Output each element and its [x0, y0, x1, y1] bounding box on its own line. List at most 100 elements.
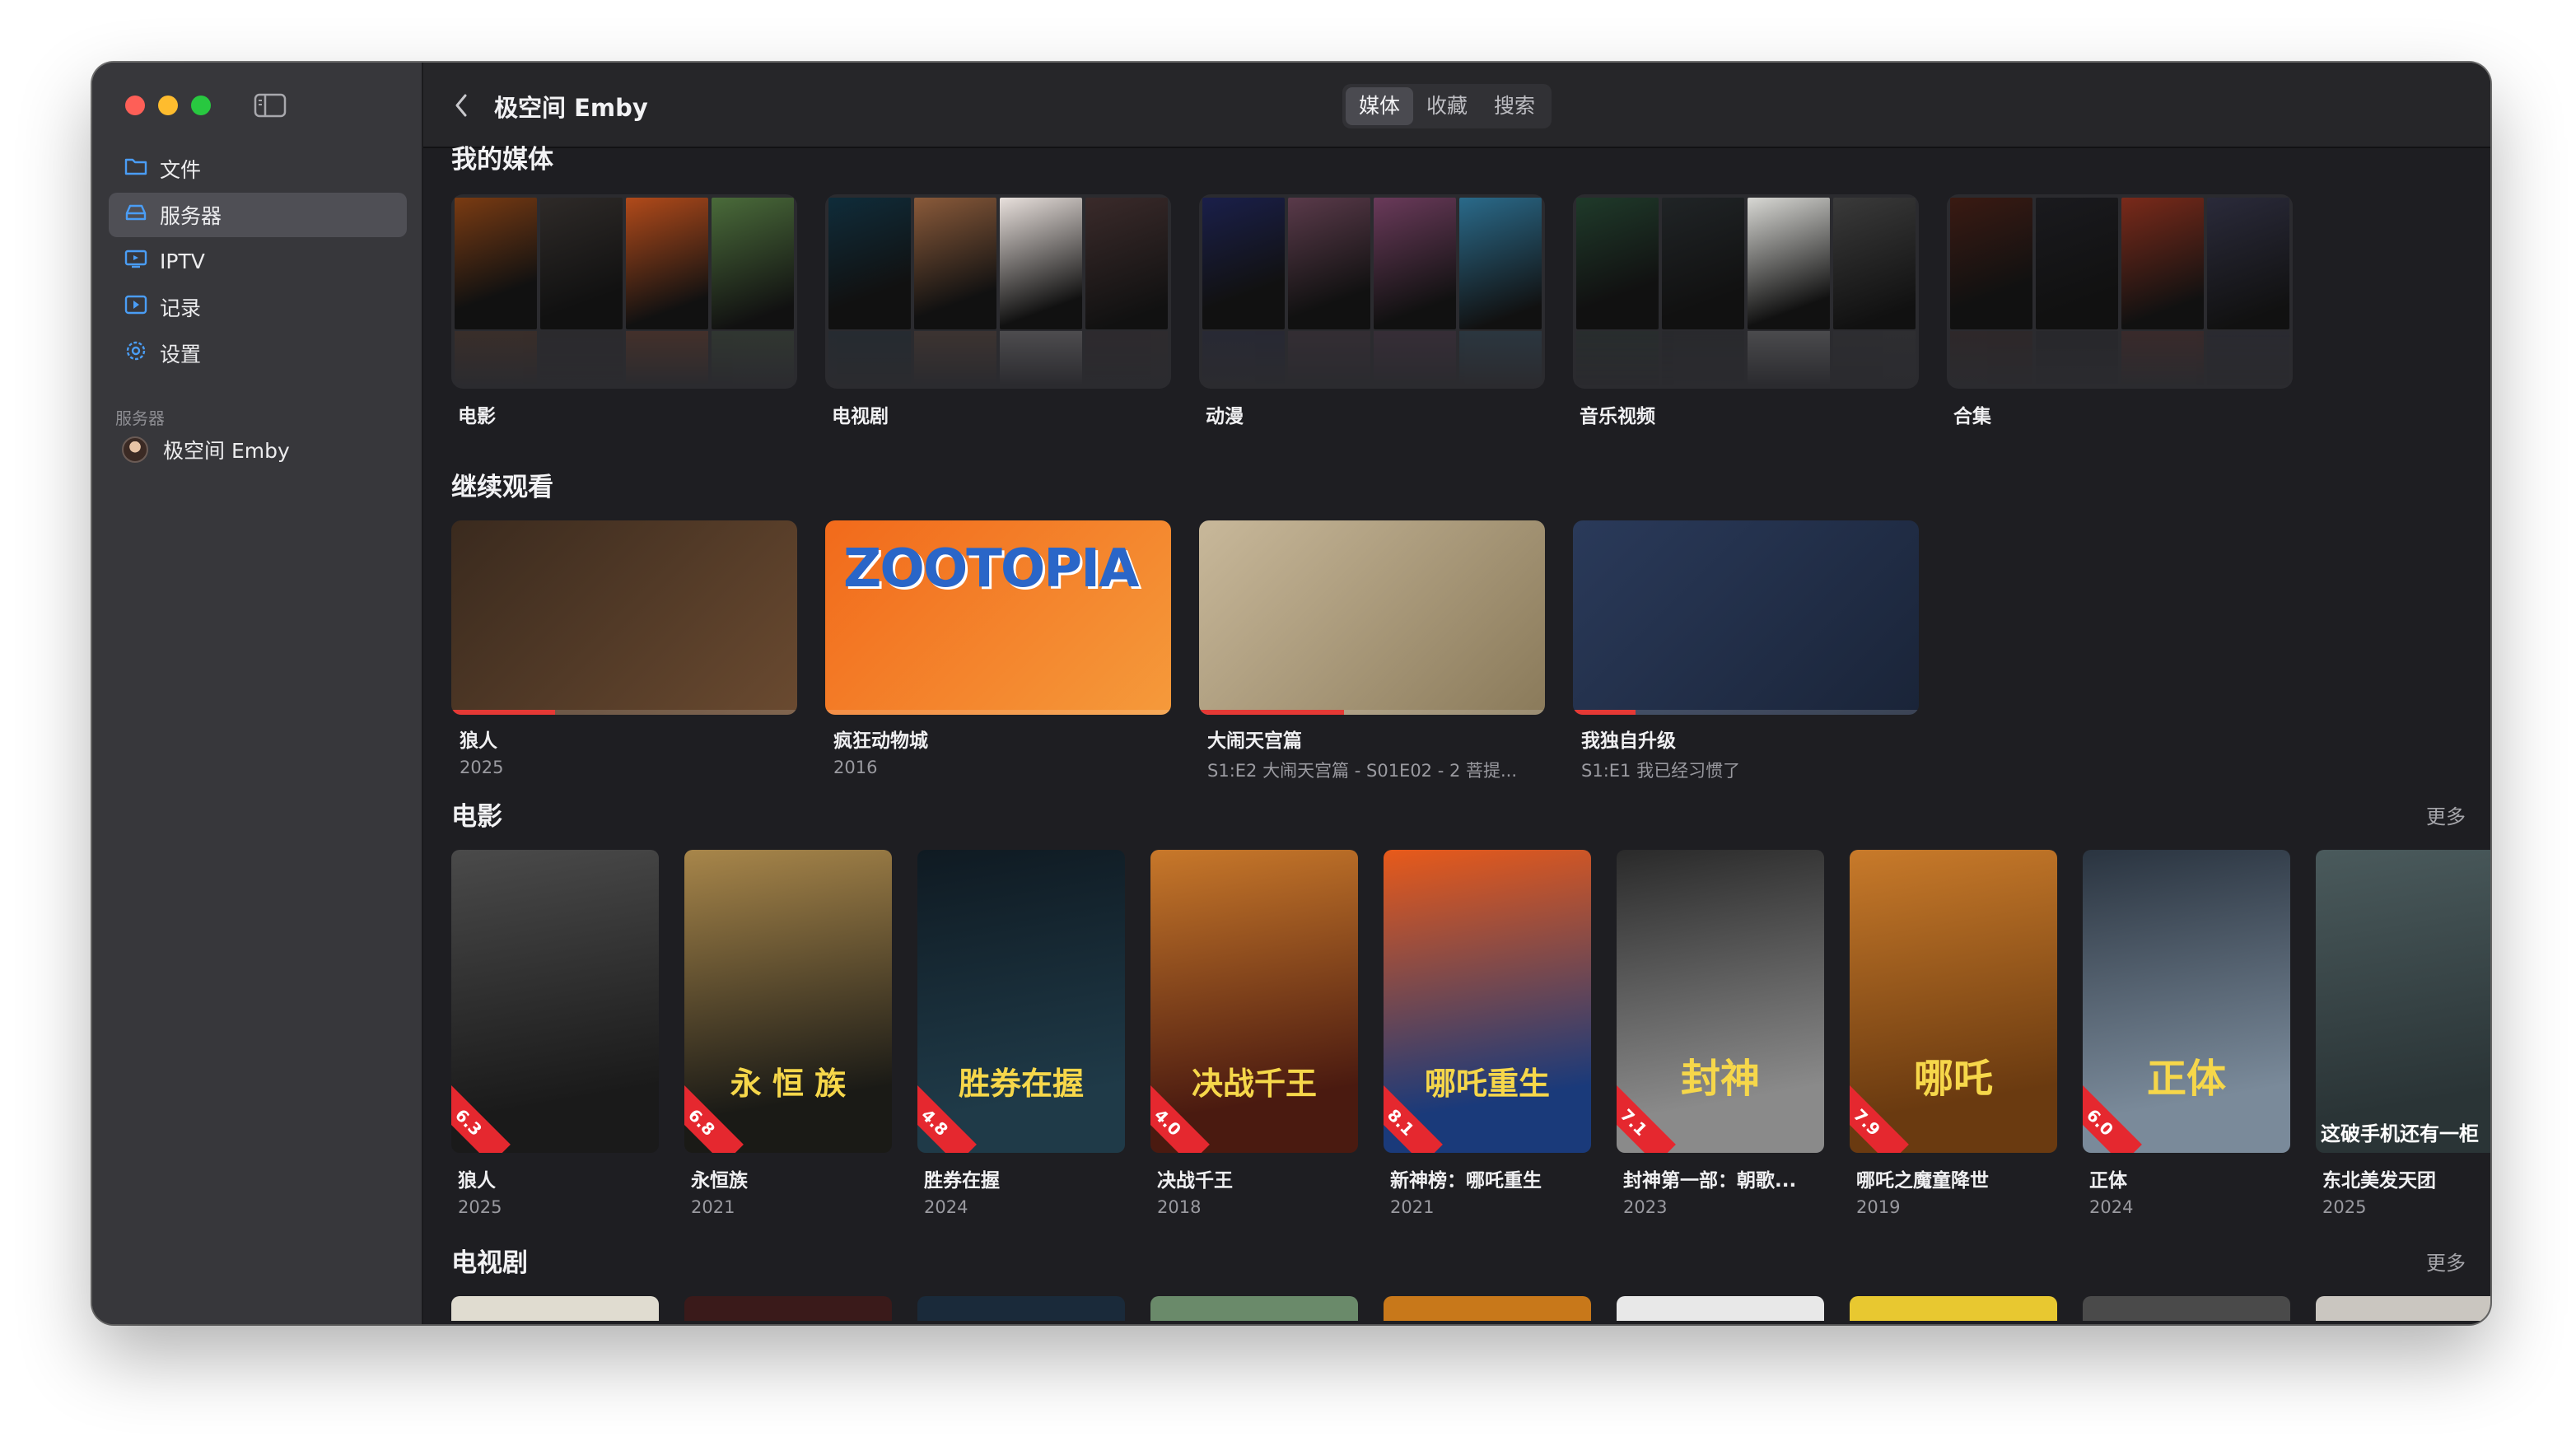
- rating-badge: 7.9: [1850, 1080, 1909, 1153]
- minimize-window-button[interactable]: [158, 96, 178, 115]
- movie-card[interactable]: 永 恒 族 6.8 永恒族 2021: [684, 850, 892, 1217]
- library-tile[interactable]: 动漫: [1199, 194, 1545, 428]
- server-name: 极空间 Emby: [163, 439, 290, 463]
- tv-poster-peek[interactable]: [684, 1296, 892, 1321]
- progress-bar: [825, 710, 1171, 715]
- poster-thumbnail: [540, 198, 623, 329]
- movie-title: 封神第一部：朝歌...: [1623, 1170, 1797, 1192]
- continue-watching-item[interactable]: ZOOTOPIA 疯狂动物城 2016: [825, 520, 1171, 782]
- collage-reflection: [828, 331, 1168, 385]
- progress-bar: [451, 710, 797, 715]
- sidebar-item-files[interactable]: 文件: [109, 147, 407, 191]
- movie-year: 2025: [2322, 1197, 2367, 1217]
- sidebar-item-label: IPTV: [160, 249, 205, 273]
- collage-reflection: [455, 331, 794, 385]
- library-row: 电影 电视剧 动漫 音乐视频 合集: [451, 194, 2321, 428]
- progress-bar: [1573, 710, 1919, 715]
- item-title: 我独自升级: [1581, 730, 1676, 752]
- zoom-window-button[interactable]: [191, 96, 211, 115]
- sidebar-server-entry[interactable]: 极空间 Emby: [122, 435, 290, 464]
- poster-title-art: 胜券在握: [958, 1066, 1085, 1102]
- movie-year: 2024: [924, 1197, 968, 1217]
- item-subtitle: 2016: [833, 758, 878, 777]
- episode-thumbnail: ZOOTOPIA: [825, 520, 1171, 715]
- progress-fill: [1199, 710, 1345, 715]
- library-tile[interactable]: 电影: [451, 194, 797, 428]
- tab-search[interactable]: 搜索: [1481, 87, 1548, 125]
- movie-card[interactable]: 6.3 狼人 2025: [451, 850, 659, 1217]
- continue-watching-item[interactable]: 狼人 2025: [451, 520, 797, 782]
- movie-card[interactable]: 胜券在握 4.8 胜券在握 2024: [917, 850, 1125, 1217]
- section-title-continue-watching: 继续观看: [451, 473, 553, 502]
- poster-title-art: 永 恒 族: [730, 1066, 847, 1102]
- movie-card[interactable]: 正体 6.0 正体 2024: [2083, 850, 2290, 1217]
- tv-poster-peek[interactable]: [1850, 1296, 2057, 1321]
- poster-thumbnail: [1459, 198, 1542, 329]
- sidebar-item-label: 服务器: [160, 204, 222, 228]
- movie-card[interactable]: 决战千王 4.0 决战千王 2018: [1150, 850, 1358, 1217]
- movies-more-link[interactable]: 更多: [2426, 800, 2466, 829]
- movie-poster: 哪吒重生 8.1: [1384, 850, 1591, 1153]
- library-collage: [1199, 194, 1545, 389]
- poster-thumbnail: [626, 198, 708, 329]
- continue-watching-item[interactable]: 大闹天宫篇 S1:E2 大闹天宫篇 - S01E02 - 2 菩提...: [1199, 520, 1545, 782]
- movie-title: 正体: [2089, 1170, 2127, 1192]
- tab-favorites[interactable]: 收藏: [1413, 87, 1481, 125]
- library-collage: [451, 194, 797, 389]
- library-tile[interactable]: 电视剧: [825, 194, 1171, 428]
- tv-poster-peek[interactable]: [2316, 1296, 2490, 1321]
- progress-bar: [1199, 710, 1545, 715]
- movie-card[interactable]: 哪吒重生 8.1 新神榜：哪吒重生 2021: [1384, 850, 1591, 1217]
- poster-title-art: 哪吒: [1913, 1056, 1994, 1102]
- poster-logo-text: ZOOTOPIA: [843, 539, 1140, 599]
- rating-badge: 7.1: [1617, 1080, 1676, 1153]
- movie-year: 2021: [1390, 1197, 1435, 1217]
- item-title: 大闹天宫篇: [1207, 730, 1302, 752]
- movie-title: 东北美发天团: [2322, 1170, 2436, 1192]
- library-label: 合集: [1953, 406, 1991, 427]
- poster-title-art: 这破手机还有一柜: [2321, 1122, 2479, 1145]
- tv-poster-peek[interactable]: [451, 1296, 659, 1321]
- poster-thumbnail: [1833, 198, 1916, 329]
- back-button[interactable]: [451, 91, 471, 124]
- continue-watching-row: 狼人 2025 ZOOTOPIA 疯狂动物城 2016 大闹天宫篇 S1:E2 大闹天宫篇 …: [451, 520, 1947, 782]
- poster-thumbnail: [2121, 198, 2204, 329]
- movie-poster: 胜券在握 4.8: [917, 850, 1125, 1153]
- sidebar-item-settings[interactable]: 设置: [109, 331, 407, 375]
- sidebar-item-iptv[interactable]: IPTV: [109, 239, 407, 283]
- tv-more-link[interactable]: 更多: [2426, 1247, 2466, 1276]
- poster-thumbnail: [1288, 198, 1370, 329]
- sidebar-section-label: 服务器: [115, 408, 165, 428]
- tv-poster-peek[interactable]: [1384, 1296, 1591, 1321]
- library-tile[interactable]: 音乐视频: [1573, 194, 1919, 428]
- episode-thumbnail: [451, 520, 797, 715]
- sidebar: 文件 服务器 IPTV 记录 设置 服务器 极空间 Emby: [92, 63, 423, 1324]
- movie-card[interactable]: 哪吒 7.9 哪吒之魔童降世 2019: [1850, 850, 2057, 1217]
- movie-poster: 决战千王 4.0: [1150, 850, 1358, 1153]
- movie-year: 2018: [1157, 1197, 1202, 1217]
- sidebar-item-label: 记录: [160, 296, 202, 320]
- sidebar-toggle-icon[interactable]: [254, 92, 287, 122]
- continue-watching-item[interactable]: 我独自升级 S1:E1 我已经习惯了: [1573, 520, 1919, 782]
- tab-media[interactable]: 媒体: [1346, 87, 1414, 125]
- movie-year: 2019: [1856, 1197, 1901, 1217]
- sidebar-item-server[interactable]: 服务器: [109, 193, 407, 237]
- tv-poster-peek[interactable]: [917, 1296, 1125, 1321]
- close-window-button[interactable]: [125, 96, 145, 115]
- movie-card[interactable]: 封神 7.1 封神第一部：朝歌... 2023: [1617, 850, 1824, 1217]
- library-collage: [1947, 194, 2293, 389]
- movies-row: 6.3 狼人 2025 永 恒 族 6.8 永恒族 2021 胜券在握 4.8 胜券在握 2024 决…: [451, 850, 2490, 1217]
- episode-thumbnail: [1199, 520, 1545, 715]
- movie-poster: 这破手机还有一柜: [2316, 850, 2490, 1153]
- sidebar-item-records[interactable]: 记录: [109, 285, 407, 329]
- poster-thumbnail: [1576, 198, 1659, 329]
- tv-poster-peek[interactable]: [2083, 1296, 2290, 1321]
- library-tile[interactable]: 合集: [1947, 194, 2293, 428]
- movie-card[interactable]: 这破手机还有一柜 东北美发天团 2025: [2316, 850, 2490, 1217]
- tv-poster-peek[interactable]: [1150, 1296, 1358, 1321]
- tv-poster-peek[interactable]: [1617, 1296, 1824, 1321]
- section-title-my-media: 我的媒体: [451, 145, 553, 175]
- poster-title-art: 封神: [1680, 1056, 1761, 1102]
- poster-thumbnail: [1000, 198, 1082, 329]
- play-record-icon: [124, 294, 148, 320]
